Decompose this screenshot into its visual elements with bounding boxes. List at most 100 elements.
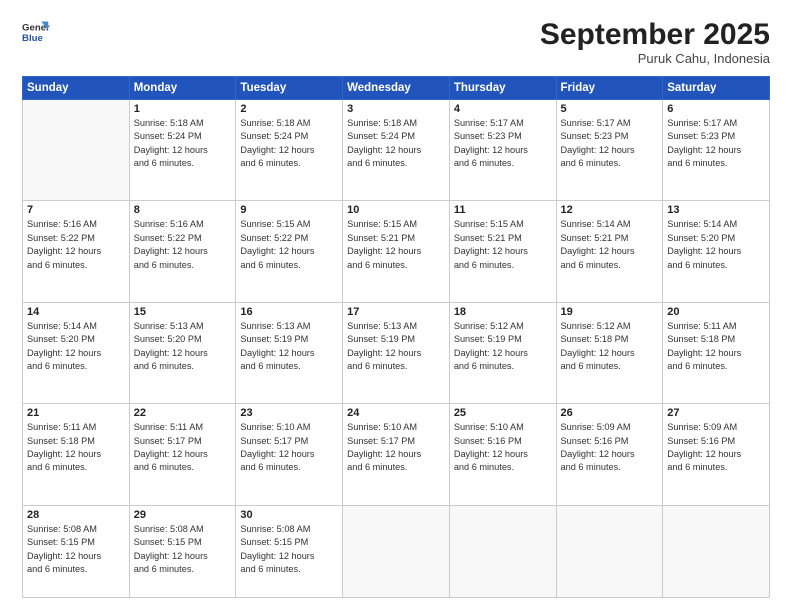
calendar-cell: 14 Sunrise: 5:14 AM Sunset: 5:20 PM Dayli… xyxy=(23,302,130,403)
calendar-header-row: SundayMondayTuesdayWednesdayThursdayFrid… xyxy=(23,77,770,100)
calendar-cell: 5 Sunrise: 5:17 AM Sunset: 5:23 PM Daylig… xyxy=(556,100,663,201)
month-title: September 2025 xyxy=(540,18,770,51)
calendar-week-row: 14 Sunrise: 5:14 AM Sunset: 5:20 PM Dayli… xyxy=(23,302,770,403)
calendar-day-header: Monday xyxy=(129,77,236,100)
calendar-cell: 2 Sunrise: 5:18 AM Sunset: 5:24 PM Daylig… xyxy=(236,100,343,201)
calendar-cell: 9Sunrise: 5:15 AM Sunset: 5:22 PM Daylig… xyxy=(236,201,343,302)
calendar-cell: 29 Sunrise: 5:08 AM Sunset: 5:15 PM Dayli… xyxy=(129,505,236,597)
day-number: 24 xyxy=(347,407,445,419)
calendar-cell: 4 Sunrise: 5:17 AM Sunset: 5:23 PM Daylig… xyxy=(449,100,556,201)
day-number: 6 xyxy=(667,103,765,115)
day-number: 15 xyxy=(134,306,232,318)
day-info: Sunrise: 5:18 AM Sunset: 5:24 PM Dayligh… xyxy=(240,117,338,170)
day-number: 1 xyxy=(134,103,232,115)
day-number: 11 xyxy=(454,204,552,216)
calendar-week-row: 1 Sunrise: 5:18 AM Sunset: 5:24 PM Daylig… xyxy=(23,100,770,201)
day-info: Sunrise: 5:12 AM Sunset: 5:19 PM Dayligh… xyxy=(454,320,552,373)
day-number: 23 xyxy=(240,407,338,419)
day-info: Sunrise: 5:13 AM Sunset: 5:19 PM Dayligh… xyxy=(347,320,445,373)
day-number: 9 xyxy=(240,204,338,216)
calendar-cell: 20 Sunrise: 5:11 AM Sunset: 5:18 PM Dayli… xyxy=(663,302,770,403)
day-number: 14 xyxy=(27,306,125,318)
calendar-week-row: 28Sunrise: 5:08 AM Sunset: 5:15 PM Dayli… xyxy=(23,505,770,597)
calendar-cell: 28Sunrise: 5:08 AM Sunset: 5:15 PM Dayli… xyxy=(23,505,130,597)
day-info: Sunrise: 5:15 AM Sunset: 5:21 PM Dayligh… xyxy=(347,218,445,271)
calendar-table: SundayMondayTuesdayWednesdayThursdayFrid… xyxy=(22,76,770,598)
calendar-cell xyxy=(449,505,556,597)
day-info: Sunrise: 5:14 AM Sunset: 5:20 PM Dayligh… xyxy=(27,320,125,373)
day-number: 2 xyxy=(240,103,338,115)
calendar-cell: 23Sunrise: 5:10 AM Sunset: 5:17 PM Dayli… xyxy=(236,404,343,505)
day-number: 12 xyxy=(561,204,659,216)
day-info: Sunrise: 5:13 AM Sunset: 5:19 PM Dayligh… xyxy=(240,320,338,373)
day-number: 4 xyxy=(454,103,552,115)
day-info: Sunrise: 5:11 AM Sunset: 5:17 PM Dayligh… xyxy=(134,421,232,474)
calendar-cell: 8Sunrise: 5:16 AM Sunset: 5:22 PM Daylig… xyxy=(129,201,236,302)
calendar-day-header: Thursday xyxy=(449,77,556,100)
day-info: Sunrise: 5:17 AM Sunset: 5:23 PM Dayligh… xyxy=(561,117,659,170)
calendar-cell: 16 Sunrise: 5:13 AM Sunset: 5:19 PM Dayli… xyxy=(236,302,343,403)
day-info: Sunrise: 5:17 AM Sunset: 5:23 PM Dayligh… xyxy=(667,117,765,170)
calendar-cell: 24 Sunrise: 5:10 AM Sunset: 5:17 PM Dayli… xyxy=(343,404,450,505)
calendar-day-header: Friday xyxy=(556,77,663,100)
day-number: 3 xyxy=(347,103,445,115)
calendar-week-row: 7 Sunrise: 5:16 AM Sunset: 5:22 PM Daylig… xyxy=(23,201,770,302)
header: General Blue September 2025 Puruk Cahu, … xyxy=(22,18,770,66)
calendar-cell: 13Sunrise: 5:14 AM Sunset: 5:20 PM Dayli… xyxy=(663,201,770,302)
day-number: 18 xyxy=(454,306,552,318)
calendar-cell: 17 Sunrise: 5:13 AM Sunset: 5:19 PM Dayli… xyxy=(343,302,450,403)
day-info: Sunrise: 5:14 AM Sunset: 5:21 PM Dayligh… xyxy=(561,218,659,271)
day-number: 17 xyxy=(347,306,445,318)
day-number: 20 xyxy=(667,306,765,318)
day-info: Sunrise: 5:16 AM Sunset: 5:22 PM Dayligh… xyxy=(134,218,232,271)
logo-icon: General Blue xyxy=(22,18,50,46)
day-info: Sunrise: 5:18 AM Sunset: 5:24 PM Dayligh… xyxy=(134,117,232,170)
calendar-cell xyxy=(23,100,130,201)
day-info: Sunrise: 5:11 AM Sunset: 5:18 PM Dayligh… xyxy=(667,320,765,373)
day-info: Sunrise: 5:14 AM Sunset: 5:20 PM Dayligh… xyxy=(667,218,765,271)
day-info: Sunrise: 5:09 AM Sunset: 5:16 PM Dayligh… xyxy=(667,421,765,474)
day-number: 30 xyxy=(240,509,338,521)
day-info: Sunrise: 5:12 AM Sunset: 5:18 PM Dayligh… xyxy=(561,320,659,373)
calendar-cell xyxy=(343,505,450,597)
calendar-cell: 10 Sunrise: 5:15 AM Sunset: 5:21 PM Dayli… xyxy=(343,201,450,302)
day-info: Sunrise: 5:15 AM Sunset: 5:21 PM Dayligh… xyxy=(454,218,552,271)
day-info: Sunrise: 5:10 AM Sunset: 5:17 PM Dayligh… xyxy=(347,421,445,474)
calendar-day-header: Tuesday xyxy=(236,77,343,100)
calendar-day-header: Sunday xyxy=(23,77,130,100)
calendar-cell: 15 Sunrise: 5:13 AM Sunset: 5:20 PM Dayli… xyxy=(129,302,236,403)
day-number: 10 xyxy=(347,204,445,216)
day-number: 29 xyxy=(134,509,232,521)
calendar-cell: 7 Sunrise: 5:16 AM Sunset: 5:22 PM Daylig… xyxy=(23,201,130,302)
calendar-cell: 1 Sunrise: 5:18 AM Sunset: 5:24 PM Daylig… xyxy=(129,100,236,201)
calendar-cell: 26Sunrise: 5:09 AM Sunset: 5:16 PM Dayli… xyxy=(556,404,663,505)
logo: General Blue xyxy=(22,18,50,46)
calendar-cell: 30Sunrise: 5:08 AM Sunset: 5:15 PM Dayli… xyxy=(236,505,343,597)
calendar-cell xyxy=(663,505,770,597)
day-info: Sunrise: 5:17 AM Sunset: 5:23 PM Dayligh… xyxy=(454,117,552,170)
day-info: Sunrise: 5:13 AM Sunset: 5:20 PM Dayligh… xyxy=(134,320,232,373)
calendar-cell: 12 Sunrise: 5:14 AM Sunset: 5:21 PM Dayli… xyxy=(556,201,663,302)
location: Puruk Cahu, Indonesia xyxy=(540,51,770,66)
calendar-cell: 27 Sunrise: 5:09 AM Sunset: 5:16 PM Dayli… xyxy=(663,404,770,505)
day-info: Sunrise: 5:16 AM Sunset: 5:22 PM Dayligh… xyxy=(27,218,125,271)
calendar-cell: 11 Sunrise: 5:15 AM Sunset: 5:21 PM Dayli… xyxy=(449,201,556,302)
calendar-cell: 6 Sunrise: 5:17 AM Sunset: 5:23 PM Daylig… xyxy=(663,100,770,201)
calendar-cell: 25Sunrise: 5:10 AM Sunset: 5:16 PM Dayli… xyxy=(449,404,556,505)
day-info: Sunrise: 5:10 AM Sunset: 5:16 PM Dayligh… xyxy=(454,421,552,474)
day-number: 5 xyxy=(561,103,659,115)
calendar-day-header: Saturday xyxy=(663,77,770,100)
day-number: 22 xyxy=(134,407,232,419)
page: General Blue September 2025 Puruk Cahu, … xyxy=(0,0,792,612)
day-info: Sunrise: 5:08 AM Sunset: 5:15 PM Dayligh… xyxy=(134,523,232,576)
day-number: 27 xyxy=(667,407,765,419)
calendar-cell: 21Sunrise: 5:11 AM Sunset: 5:18 PM Dayli… xyxy=(23,404,130,505)
calendar-week-row: 21Sunrise: 5:11 AM Sunset: 5:18 PM Dayli… xyxy=(23,404,770,505)
calendar-day-header: Wednesday xyxy=(343,77,450,100)
day-info: Sunrise: 5:18 AM Sunset: 5:24 PM Dayligh… xyxy=(347,117,445,170)
day-number: 26 xyxy=(561,407,659,419)
day-number: 16 xyxy=(240,306,338,318)
day-number: 7 xyxy=(27,204,125,216)
day-info: Sunrise: 5:08 AM Sunset: 5:15 PM Dayligh… xyxy=(27,523,125,576)
calendar-cell: 22 Sunrise: 5:11 AM Sunset: 5:17 PM Dayli… xyxy=(129,404,236,505)
